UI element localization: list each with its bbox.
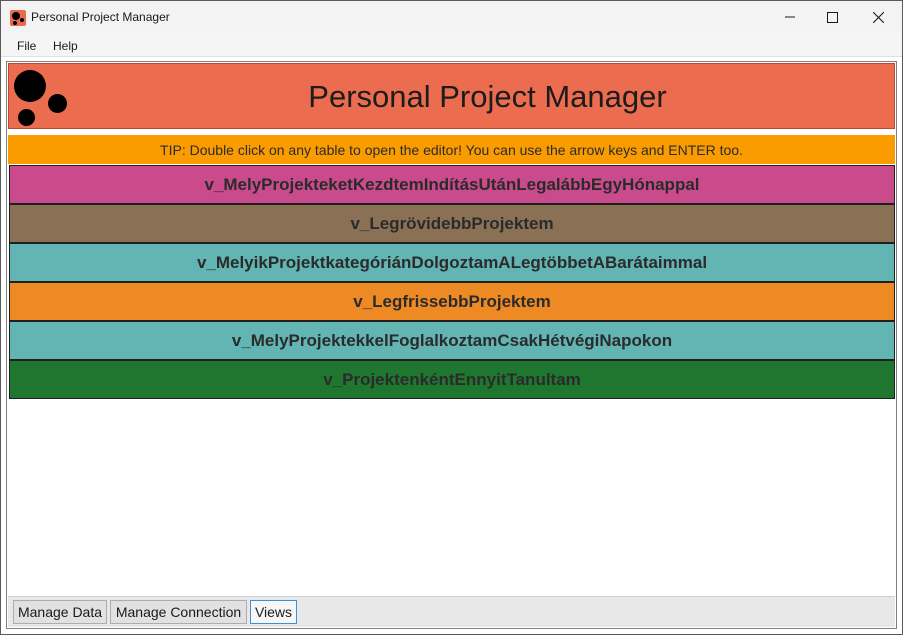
view-row-min-one-month[interactable]: v_MelyProjekteketKezdtemIndításUtánLegal…	[9, 165, 895, 204]
view-row-category-with-friends[interactable]: v_MelyikProjektkategóriánDolgoztamALegtö…	[9, 243, 895, 282]
title-bar[interactable]: Personal Project Manager	[1, 1, 902, 33]
view-row-shortest-project[interactable]: v_LegrövidebbProjektem	[9, 204, 895, 243]
tab-manage-data[interactable]: Manage Data	[13, 600, 107, 624]
main-content: Personal Project Manager TIP: Double cli…	[6, 61, 897, 629]
close-button[interactable]	[855, 1, 901, 33]
app-header: Personal Project Manager	[8, 63, 895, 129]
tip-banner: TIP: Double click on any table to open t…	[8, 135, 895, 164]
bottom-tab-bar: Manage Data Manage Connection Views	[8, 596, 895, 627]
view-row-learned-per-project[interactable]: v_ProjektenkéntEnnyitTanultam	[9, 360, 895, 399]
menu-file[interactable]: File	[17, 39, 36, 53]
menu-help[interactable]: Help	[53, 39, 78, 53]
tab-manage-connection[interactable]: Manage Connection	[110, 600, 247, 624]
maximize-button[interactable]	[809, 1, 855, 33]
minimize-button[interactable]	[767, 1, 813, 33]
menu-bar: File Help	[1, 33, 902, 57]
maximize-icon	[826, 11, 838, 23]
app-window: Personal Project Manager File Help Perso…	[0, 0, 903, 635]
app-logo-icon	[10, 10, 26, 26]
close-icon	[872, 11, 884, 23]
tab-views[interactable]: Views	[250, 600, 297, 624]
minimize-icon	[785, 16, 795, 18]
view-row-latest-project[interactable]: v_LegfrissebbProjektem	[9, 282, 895, 321]
view-row-weekend-projects[interactable]: v_MelyProjektekkelFoglalkoztamCsakHétvég…	[9, 321, 895, 360]
page-title: Personal Project Manager	[308, 79, 667, 114]
window-title: Personal Project Manager	[31, 10, 170, 24]
